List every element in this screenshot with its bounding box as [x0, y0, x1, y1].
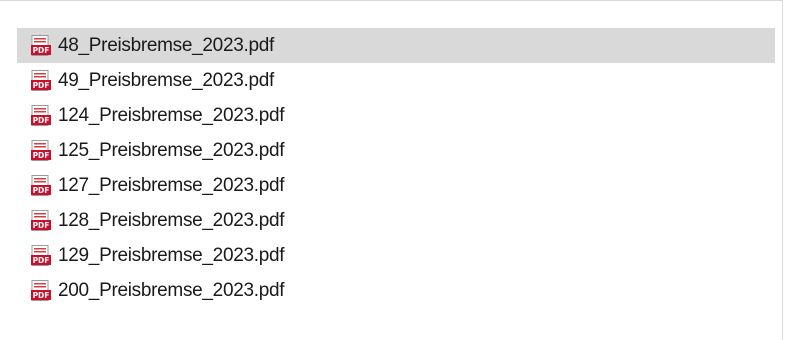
pdf-file-icon: PDF — [31, 175, 51, 196]
pdf-file-icon: PDF — [31, 35, 51, 56]
svg-text:PDF: PDF — [33, 151, 50, 160]
svg-text:PDF: PDF — [33, 81, 50, 90]
file-explorer-window: PDF 48_Preisbremse_2023.pdf PDF 49_Preis… — [0, 0, 789, 340]
pdf-file-icon: PDF — [31, 210, 51, 231]
file-item[interactable]: PDF 127_Preisbremse_2023.pdf — [17, 168, 775, 203]
file-list: PDF 48_Preisbremse_2023.pdf PDF 49_Preis… — [17, 28, 775, 340]
file-item[interactable]: PDF 129_Preisbremse_2023.pdf — [17, 238, 775, 273]
file-name: 128_Preisbremse_2023.pdf — [58, 209, 285, 231]
file-name: 48_Preisbremse_2023.pdf — [58, 34, 274, 56]
pdf-file-icon: PDF — [31, 70, 51, 91]
svg-text:PDF: PDF — [33, 221, 50, 230]
file-name: 49_Preisbremse_2023.pdf — [58, 69, 274, 91]
file-name: 124_Preisbremse_2023.pdf — [58, 104, 285, 126]
svg-text:PDF: PDF — [33, 116, 50, 125]
file-name: 129_Preisbremse_2023.pdf — [58, 244, 285, 266]
file-item[interactable]: PDF 125_Preisbremse_2023.pdf — [17, 133, 775, 168]
file-item[interactable]: PDF 128_Preisbremse_2023.pdf — [17, 203, 775, 238]
file-item[interactable]: PDF 200_Preisbremse_2023.pdf — [17, 273, 775, 308]
pdf-file-icon: PDF — [31, 140, 51, 161]
svg-text:PDF: PDF — [33, 291, 50, 300]
file-item[interactable]: PDF 48_Preisbremse_2023.pdf — [17, 28, 775, 63]
pdf-file-icon: PDF — [31, 280, 51, 301]
pdf-file-icon: PDF — [31, 105, 51, 126]
file-item[interactable]: PDF 124_Preisbremse_2023.pdf — [17, 98, 775, 133]
file-name: 200_Preisbremse_2023.pdf — [58, 279, 285, 301]
svg-text:PDF: PDF — [33, 186, 50, 195]
file-name: 127_Preisbremse_2023.pdf — [58, 174, 285, 196]
file-item[interactable]: PDF 49_Preisbremse_2023.pdf — [17, 63, 775, 98]
svg-text:PDF: PDF — [33, 46, 50, 55]
svg-text:PDF: PDF — [33, 256, 50, 265]
pdf-file-icon: PDF — [31, 245, 51, 266]
file-name: 125_Preisbremse_2023.pdf — [58, 139, 285, 161]
